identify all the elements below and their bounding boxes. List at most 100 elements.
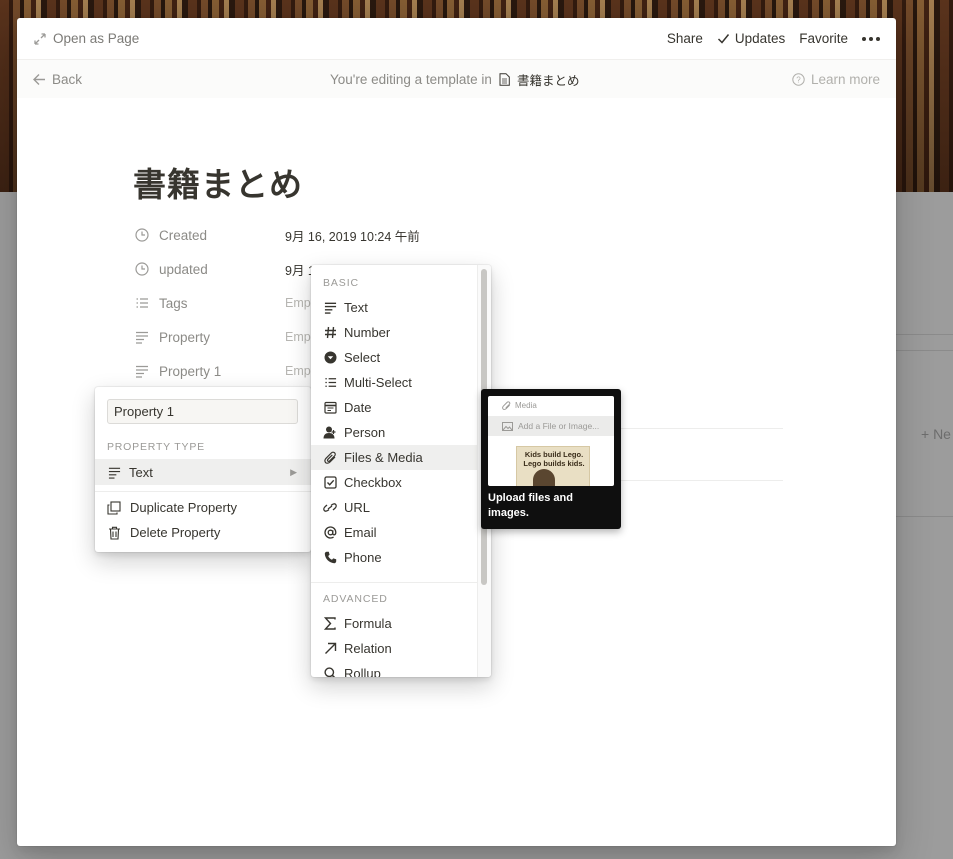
back-button[interactable]: Back xyxy=(32,72,82,87)
page-icon xyxy=(498,72,512,86)
search-icon xyxy=(323,667,337,677)
type-option-files-media[interactable]: Files & Media xyxy=(311,445,477,470)
sigma-icon xyxy=(323,617,337,631)
type-option-multi-select[interactable]: Multi-Select xyxy=(311,370,477,395)
template-banner: Back You're editing a template in 書籍まとめ … xyxy=(17,59,896,98)
property-value: Emp xyxy=(285,364,311,378)
type-option-formula[interactable]: Formula xyxy=(311,611,477,636)
updates-button[interactable]: Updates xyxy=(717,31,785,46)
phone-icon xyxy=(323,551,337,565)
type-option-date[interactable]: Date xyxy=(311,395,477,420)
property-name: Tags xyxy=(159,295,188,311)
property-value: Emp xyxy=(285,296,311,310)
type-option-relation[interactable]: Relation xyxy=(311,636,477,661)
text-icon xyxy=(107,465,121,479)
delete-property-button[interactable]: Delete Property xyxy=(107,525,220,540)
share-button[interactable]: Share xyxy=(667,31,703,46)
type-option-label: Select xyxy=(344,350,381,365)
type-option-select[interactable]: Select xyxy=(311,345,477,370)
type-option-label: Checkbox xyxy=(344,475,402,490)
property-type-heading: PROPERTY TYPE xyxy=(107,441,205,453)
preview-image: Kids build Lego. Lego builds kids. xyxy=(516,446,590,486)
checkmark-icon xyxy=(717,32,731,46)
list-icon xyxy=(323,376,337,390)
type-option-email[interactable]: Email xyxy=(311,520,477,545)
property-type-dropdown: BASIC Text Number Select Multi-Select Da… xyxy=(311,265,491,677)
arrow-up-right-icon xyxy=(323,642,337,656)
hash-icon xyxy=(323,326,337,340)
tooltip-preview: Media Add a File or Image... Kids build … xyxy=(488,396,614,486)
type-option-label: Relation xyxy=(344,641,392,656)
text-icon xyxy=(323,301,337,315)
property-editor-menu: PROPERTY TYPE Text ▶ Duplicate Property … xyxy=(95,387,311,552)
clock-icon xyxy=(135,228,149,242)
template-parent-link[interactable]: 書籍まとめ xyxy=(498,70,579,89)
property-name-input[interactable] xyxy=(107,399,298,424)
type-option-label: Rollup xyxy=(344,666,381,677)
preview-image-text: Kids build Lego. Lego builds kids. xyxy=(523,450,585,468)
image-icon xyxy=(502,421,513,431)
type-option-label: URL xyxy=(344,500,371,515)
type-option-label: Person xyxy=(344,425,386,440)
list-icon xyxy=(135,296,149,310)
editing-text: You're editing a template in xyxy=(330,71,492,87)
type-option-url[interactable]: URL xyxy=(311,495,477,520)
clock-icon xyxy=(135,262,149,276)
more-options-icon[interactable] xyxy=(862,36,880,41)
background-divider xyxy=(896,350,953,351)
at-icon xyxy=(323,526,337,540)
top-actions: Share Updates Favorite xyxy=(667,31,880,46)
type-option-label: Text xyxy=(344,300,368,315)
property-row[interactable]: Created 9月 16, 2019 10:24 午前 xyxy=(133,218,420,252)
link-icon xyxy=(323,501,337,515)
preview-header-label: Media xyxy=(515,400,537,410)
background-divider xyxy=(896,516,953,517)
basic-section-heading: BASIC xyxy=(323,277,360,289)
chevron-right-icon: ▶ xyxy=(290,466,297,477)
preview-header: Media xyxy=(488,396,614,414)
property-name: Created xyxy=(159,227,208,243)
duplicate-property-label: Duplicate Property xyxy=(130,500,237,515)
page-title[interactable]: 書籍まとめ xyxy=(133,158,303,206)
learn-more-link[interactable]: ? Learn more xyxy=(792,72,880,87)
property-name: Property xyxy=(159,329,211,345)
help-circle-icon: ? xyxy=(792,72,806,86)
text-icon xyxy=(135,364,149,378)
background-new-button[interactable]: + Ne xyxy=(921,426,951,442)
menu-divider xyxy=(95,491,311,492)
property-name: updated xyxy=(159,261,208,277)
back-label: Back xyxy=(52,71,83,87)
modal-topbar: Open as Page Share Updates Favorite xyxy=(17,18,896,59)
duplicate-property-button[interactable]: Duplicate Property xyxy=(107,500,237,515)
type-option-text[interactable]: Text xyxy=(311,295,477,320)
svg-text:?: ? xyxy=(797,75,802,84)
preview-add-file: Add a File or Image... xyxy=(488,416,614,436)
paperclip-icon xyxy=(323,451,337,465)
select-icon xyxy=(323,351,337,365)
background-divider xyxy=(896,334,953,335)
property-value: 9月 16, 2019 10:24 午前 xyxy=(285,229,420,244)
updates-label: Updates xyxy=(734,31,786,46)
content-divider xyxy=(620,480,783,481)
duplicate-icon xyxy=(107,500,121,515)
arrow-left-icon xyxy=(32,72,46,86)
favorite-button[interactable]: Favorite xyxy=(799,31,848,46)
type-option-checkbox[interactable]: Checkbox xyxy=(311,470,477,495)
files-media-tooltip: Media Add a File or Image... Kids build … xyxy=(481,389,621,529)
calendar-icon xyxy=(323,401,337,415)
open-as-page-button[interactable]: Open as Page xyxy=(33,31,139,46)
delete-property-label: Delete Property xyxy=(130,525,221,540)
property-type-label: Text xyxy=(129,464,153,480)
type-option-label: Email xyxy=(344,525,377,540)
type-option-person[interactable]: Person xyxy=(311,420,477,445)
type-option-label: Formula xyxy=(344,616,392,631)
type-option-label: Files & Media xyxy=(344,450,423,465)
property-type-selector[interactable]: Text ▶ xyxy=(95,459,311,485)
type-option-number[interactable]: Number xyxy=(311,320,477,345)
type-option-phone[interactable]: Phone xyxy=(311,545,477,570)
trash-icon xyxy=(107,526,121,540)
learn-more-label: Learn more xyxy=(810,71,880,87)
editing-notice: You're editing a template in 書籍まとめ xyxy=(330,70,579,89)
type-option-rollup[interactable]: Rollup xyxy=(311,661,477,677)
paperclip-icon xyxy=(502,400,511,410)
